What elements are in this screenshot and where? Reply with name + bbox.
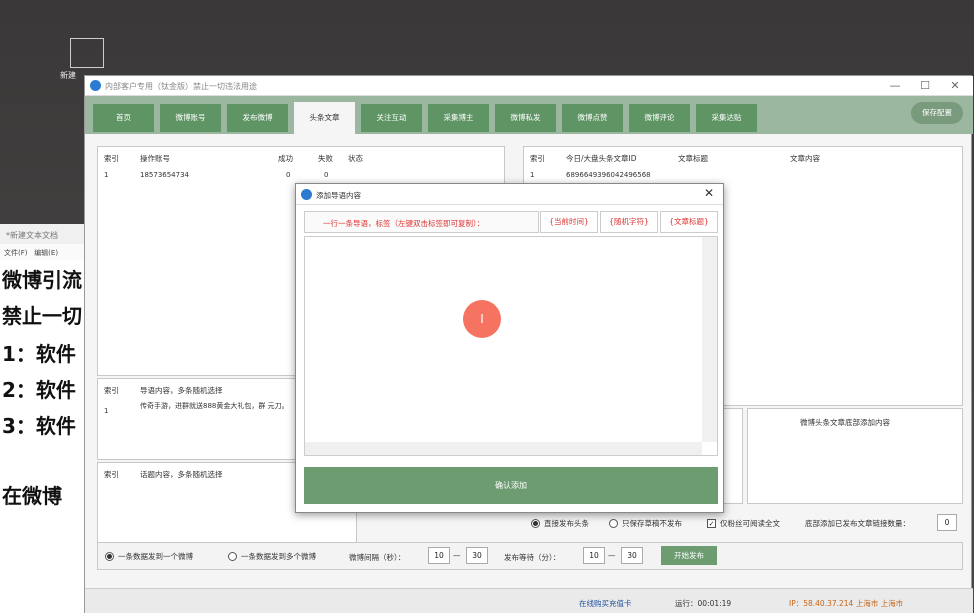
direct-publish-radio[interactable]: 直接发布头条: [531, 518, 589, 529]
notepad-menu: 文件(F) 编辑(E): [0, 244, 96, 260]
range-dash: —: [453, 551, 461, 560]
tab-private-message[interactable]: 微博私发: [495, 104, 556, 132]
one-to-one-radio[interactable]: 一条数据发到一个微博: [105, 551, 193, 562]
column-header: 文章内容: [790, 154, 820, 163]
bottom-count-input[interactable]: 0: [937, 514, 957, 531]
tag-current-time[interactable]: {当前时间}: [540, 211, 598, 233]
notepad-window: *新建文本文档 文件(F) 编辑(E) 微博引流 禁止一切 1：软件 2：软件 …: [0, 224, 96, 613]
notepad-menu-edit[interactable]: 编辑(E): [34, 249, 58, 257]
tail-content-panel[interactable]: 微博头条文章底部添加内容: [747, 408, 963, 504]
add-guide-dialog: 添加导语内容 ✕ 一行一条导语，标签（左键双击标签即可复制）： {当前时间} {…: [295, 183, 724, 513]
notepad-line: 在微博: [2, 484, 62, 508]
save-config-button[interactable]: 保存配置: [911, 102, 963, 124]
wait-max-input[interactable]: 30: [621, 547, 643, 564]
column-header: 状态: [348, 154, 363, 163]
tab-headline-articles[interactable]: 头条文章: [294, 102, 355, 134]
tag-hint: 一行一条导语，标签（左键双击标签即可复制）：: [323, 219, 485, 228]
tab-home[interactable]: 首页: [93, 104, 154, 132]
tab-comment[interactable]: 微博评论: [629, 104, 690, 132]
hint-box: 一行一条导语，标签（左键双击标签即可复制）：: [304, 211, 539, 233]
draft-only-radio[interactable]: 只保存草稿不发布: [609, 518, 682, 529]
horizontal-scrollbar[interactable]: [305, 442, 702, 455]
column-header: 话题内容，多条随机选择: [140, 470, 223, 479]
ip-text: IP：58.40.37.214 上海市 上海市: [789, 599, 904, 608]
interval-min-input[interactable]: 10: [428, 547, 450, 564]
table-cell[interactable]: 1: [104, 407, 108, 415]
table-cell[interactable]: 0: [286, 171, 290, 179]
column-header: 失败: [318, 154, 333, 163]
table-cell[interactable]: 18573654734: [140, 171, 189, 179]
tab-accounts[interactable]: 微博账号: [160, 104, 221, 132]
radio-label: 只保存草稿不发布: [622, 519, 682, 528]
notepad-menu-file[interactable]: 文件(F): [4, 249, 28, 257]
notepad-line: 3：软件: [2, 414, 76, 438]
radio-checked-icon: [531, 519, 540, 528]
confirm-add-button[interactable]: 确认添加: [304, 467, 718, 504]
column-header: 索引: [104, 470, 119, 479]
dialog-close-icon[interactable]: ✕: [704, 186, 714, 200]
tab-like[interactable]: 微博点赞: [562, 104, 623, 132]
column-header: 索引: [104, 386, 119, 395]
one-to-many-radio[interactable]: 一条数据发到多个微博: [228, 551, 316, 562]
notepad-line: 禁止一切: [2, 304, 82, 328]
tab-collect-bloggers[interactable]: 采集博主: [428, 104, 489, 132]
radio-label: 直接发布头条: [544, 519, 589, 528]
maximize-button[interactable]: ☐: [915, 79, 935, 92]
desktop-file-icon[interactable]: [70, 38, 104, 68]
column-header: 索引: [104, 154, 119, 163]
table-cell[interactable]: 传奇手游，进群就送888黄金大礼包，群 元刀。: [140, 401, 300, 411]
radio-label: 一条数据发到多个微博: [241, 552, 316, 561]
dialog-title: 添加导语内容: [316, 191, 361, 200]
fans-only-checkbox[interactable]: ✓ 仅粉丝可阅读全文: [707, 518, 780, 529]
buy-card-link[interactable]: 在线购买充值卡: [579, 598, 632, 609]
column-header: 文章标题: [678, 154, 708, 163]
dialog-title-bar: 添加导语内容 ✕: [296, 184, 723, 205]
notepad-title: *新建文本文档: [0, 224, 96, 244]
notepad-line: 2：软件: [2, 378, 76, 402]
tab-collect-posts[interactable]: 采集达贴: [696, 104, 757, 132]
close-button[interactable]: ✕: [945, 79, 965, 92]
radio-unchecked-icon: [228, 552, 237, 561]
title-bar: 内部客户专用（钛金版）禁止一切违法用途 — ☐ ✕: [85, 76, 973, 96]
minimize-button[interactable]: —: [885, 79, 905, 92]
tag-article-title[interactable]: {文章标题}: [660, 211, 718, 233]
column-header: 操作账号: [140, 154, 170, 163]
guide-content-input[interactable]: [304, 236, 718, 456]
interval-label: 微博间隔（秒）：: [349, 553, 406, 562]
table-cell[interactable]: 6896649396042496568: [566, 171, 651, 179]
table-cell[interactable]: 0: [324, 171, 328, 179]
status-bar: 在线购买充值卡 运行：00:01:19 IP：58.40.37.214 上海市 …: [85, 588, 973, 613]
interval-max-input[interactable]: 30: [466, 547, 488, 564]
mouse-cursor-icon: I: [463, 300, 501, 338]
panel-header: 微博头条文章底部添加内容: [800, 418, 890, 427]
runtime-text: 运行：00:01:19: [675, 599, 732, 608]
tag-random-chars[interactable]: {随机字符}: [600, 211, 658, 233]
vertical-scrollbar[interactable]: [702, 237, 717, 442]
range-dash: —: [608, 551, 616, 560]
notepad-line: 1：软件: [2, 342, 76, 366]
wait-label: 发布等待（分）：: [504, 553, 561, 562]
tab-bar: 首页 微博账号 发布微博 头条文章 关注互动 采集博主 微博私发 微博点赞 微博…: [85, 96, 973, 134]
table-cell[interactable]: 1: [530, 171, 534, 179]
radio-label: 一条数据发到一个微博: [118, 552, 193, 561]
notepad-line: 微博引流: [2, 268, 82, 292]
checkbox-label: 仅粉丝可阅读全文: [720, 519, 780, 528]
column-header: 成功: [278, 154, 293, 163]
column-header: 今日/大盘头条文章ID: [566, 154, 637, 163]
column-header: 索引: [530, 154, 545, 163]
table-cell[interactable]: 1: [104, 171, 108, 179]
column-header: 导语内容，多条随机选择: [140, 386, 223, 395]
radio-checked-icon: [105, 552, 114, 561]
radio-unchecked-icon: [609, 519, 618, 528]
app-logo-icon: [90, 80, 101, 91]
app-logo-icon: [301, 189, 312, 200]
wait-min-input[interactable]: 10: [583, 547, 605, 564]
tab-follow[interactable]: 关注互动: [361, 104, 422, 132]
checkbox-checked-icon: ✓: [707, 519, 716, 528]
window-title: 内部客户专用（钛金版）禁止一切违法用途: [105, 82, 257, 91]
tab-publish[interactable]: 发布微博: [227, 104, 288, 132]
desktop-file-label: 新建: [60, 71, 76, 80]
bottom-count-label: 底部添加已发布文章链接数量：: [805, 519, 910, 528]
start-publish-button[interactable]: 开始发布: [661, 546, 717, 565]
